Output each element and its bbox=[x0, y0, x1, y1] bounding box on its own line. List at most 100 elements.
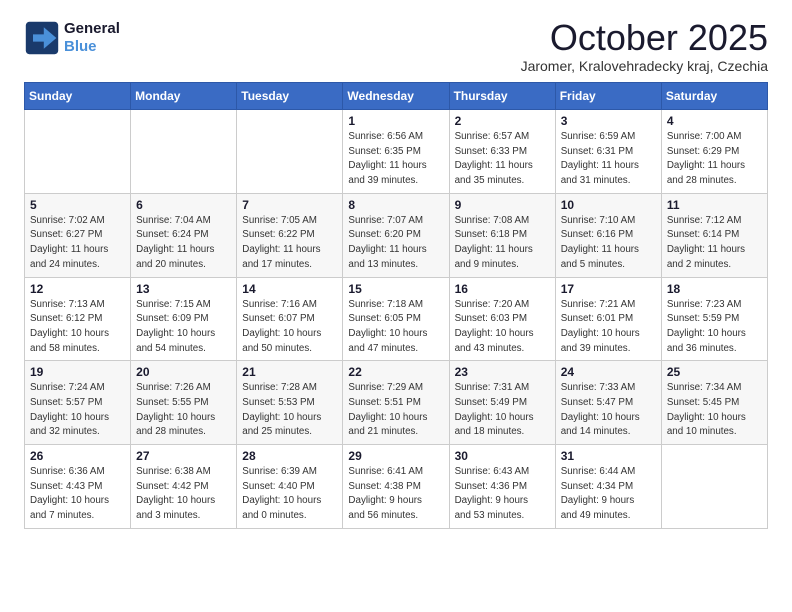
day-info: Sunrise: 7:15 AM Sunset: 6:09 PM Dayligh… bbox=[136, 298, 231, 357]
day-info: Sunrise: 7:13 AM Sunset: 6:12 PM Dayligh… bbox=[30, 298, 125, 357]
day-info: Sunrise: 7:10 AM Sunset: 6:16 PM Dayligh… bbox=[561, 214, 656, 273]
day-number: 24 bbox=[561, 365, 656, 379]
day-info: Sunrise: 7:34 AM Sunset: 5:45 PM Dayligh… bbox=[667, 381, 762, 440]
calendar-cell: 13 Sunrise: 7:15 AM Sunset: 6:09 PM Dayli… bbox=[131, 277, 237, 361]
day-info: Sunrise: 7:24 AM Sunset: 5:57 PM Dayligh… bbox=[30, 381, 125, 440]
calendar-week-5: 26 Sunrise: 6:36 AM Sunset: 4:43 PM Dayli… bbox=[25, 445, 768, 529]
day-number: 4 bbox=[667, 114, 762, 128]
calendar-week-4: 19Sunrise: 7:24 AM Sunset: 5:57 PM Dayli… bbox=[25, 361, 768, 445]
calendar-cell: 8 Sunrise: 7:07 AM Sunset: 6:20 PM Daylig… bbox=[343, 193, 449, 277]
day-info: Sunrise: 6:57 AM Sunset: 6:33 PM Dayligh… bbox=[455, 130, 550, 189]
calendar-cell: 3 Sunrise: 6:59 AM Sunset: 6:31 PM Daylig… bbox=[555, 110, 661, 194]
day-info: Sunrise: 7:12 AM Sunset: 6:14 PM Dayligh… bbox=[667, 214, 762, 273]
day-info: Sunrise: 6:41 AM Sunset: 4:38 PM Dayligh… bbox=[348, 465, 443, 524]
calendar-cell: 2 Sunrise: 6:57 AM Sunset: 6:33 PM Daylig… bbox=[449, 110, 555, 194]
day-info: Sunrise: 6:44 AM Sunset: 4:34 PM Dayligh… bbox=[561, 465, 656, 524]
day-number: 13 bbox=[136, 282, 231, 296]
day-number: 5 bbox=[30, 198, 125, 212]
day-number: 27 bbox=[136, 449, 231, 463]
calendar-cell: 9Sunrise: 7:08 AM Sunset: 6:18 PM Daylig… bbox=[449, 193, 555, 277]
day-number: 8 bbox=[348, 198, 443, 212]
day-number: 17 bbox=[561, 282, 656, 296]
day-number: 11 bbox=[667, 198, 762, 212]
calendar-cell: 18 Sunrise: 7:23 AM Sunset: 5:59 PM Dayli… bbox=[661, 277, 767, 361]
day-header-sunday: Sunday bbox=[25, 83, 131, 110]
day-number: 22 bbox=[348, 365, 443, 379]
calendar-cell: 27 Sunrise: 6:38 AM Sunset: 4:42 PM Dayli… bbox=[131, 445, 237, 529]
day-number: 6 bbox=[136, 198, 231, 212]
day-number: 18 bbox=[667, 282, 762, 296]
calendar-cell: 1 Sunrise: 6:56 AM Sunset: 6:35 PM Daylig… bbox=[343, 110, 449, 194]
day-info: Sunrise: 6:56 AM Sunset: 6:35 PM Dayligh… bbox=[348, 130, 443, 189]
day-number: 30 bbox=[455, 449, 550, 463]
calendar-cell bbox=[25, 110, 131, 194]
calendar-cell bbox=[661, 445, 767, 529]
day-info: Sunrise: 6:43 AM Sunset: 4:36 PM Dayligh… bbox=[455, 465, 550, 524]
day-info: Sunrise: 7:29 AM Sunset: 5:51 PM Dayligh… bbox=[348, 381, 443, 440]
calendar-week-3: 12 Sunrise: 7:13 AM Sunset: 6:12 PM Dayli… bbox=[25, 277, 768, 361]
calendar-table: SundayMondayTuesdayWednesdayThursdayFrid… bbox=[24, 82, 768, 529]
day-info: Sunrise: 7:18 AM Sunset: 6:05 PM Dayligh… bbox=[348, 298, 443, 357]
day-number: 1 bbox=[348, 114, 443, 128]
day-header-wednesday: Wednesday bbox=[343, 83, 449, 110]
logo-icon bbox=[24, 20, 60, 56]
day-number: 10 bbox=[561, 198, 656, 212]
day-number: 23 bbox=[455, 365, 550, 379]
day-info: Sunrise: 7:26 AM Sunset: 5:55 PM Dayligh… bbox=[136, 381, 231, 440]
day-info: Sunrise: 6:59 AM Sunset: 6:31 PM Dayligh… bbox=[561, 130, 656, 189]
day-info: Sunrise: 7:07 AM Sunset: 6:20 PM Dayligh… bbox=[348, 214, 443, 273]
calendar-cell: 14Sunrise: 7:16 AM Sunset: 6:07 PM Dayli… bbox=[237, 277, 343, 361]
calendar-cell: 11 Sunrise: 7:12 AM Sunset: 6:14 PM Dayli… bbox=[661, 193, 767, 277]
day-number: 12 bbox=[30, 282, 125, 296]
logo: General Blue bbox=[24, 20, 120, 56]
calendar-cell: 17 Sunrise: 7:21 AM Sunset: 6:01 PM Dayli… bbox=[555, 277, 661, 361]
calendar-cell: 23Sunrise: 7:31 AM Sunset: 5:49 PM Dayli… bbox=[449, 361, 555, 445]
logo-line1: General bbox=[64, 20, 120, 38]
day-info: Sunrise: 6:36 AM Sunset: 4:43 PM Dayligh… bbox=[30, 465, 125, 524]
calendar-cell: 21 Sunrise: 7:28 AM Sunset: 5:53 PM Dayli… bbox=[237, 361, 343, 445]
day-number: 29 bbox=[348, 449, 443, 463]
day-number: 7 bbox=[242, 198, 337, 212]
calendar-cell: 25 Sunrise: 7:34 AM Sunset: 5:45 PM Dayli… bbox=[661, 361, 767, 445]
day-info: Sunrise: 7:04 AM Sunset: 6:24 PM Dayligh… bbox=[136, 214, 231, 273]
day-number: 25 bbox=[667, 365, 762, 379]
logo-line2: Blue bbox=[64, 38, 120, 56]
day-info: Sunrise: 6:38 AM Sunset: 4:42 PM Dayligh… bbox=[136, 465, 231, 524]
calendar-week-2: 5 Sunrise: 7:02 AM Sunset: 6:27 PM Daylig… bbox=[25, 193, 768, 277]
calendar-cell: 22 Sunrise: 7:29 AM Sunset: 5:51 PM Dayli… bbox=[343, 361, 449, 445]
calendar-cell: 16Sunrise: 7:20 AM Sunset: 6:03 PM Dayli… bbox=[449, 277, 555, 361]
calendar-cell: 12 Sunrise: 7:13 AM Sunset: 6:12 PM Dayli… bbox=[25, 277, 131, 361]
calendar-header: SundayMondayTuesdayWednesdayThursdayFrid… bbox=[25, 83, 768, 110]
calendar-week-1: 1 Sunrise: 6:56 AM Sunset: 6:35 PM Daylig… bbox=[25, 110, 768, 194]
calendar-cell: 6 Sunrise: 7:04 AM Sunset: 6:24 PM Daylig… bbox=[131, 193, 237, 277]
day-number: 21 bbox=[242, 365, 337, 379]
day-number: 14 bbox=[242, 282, 337, 296]
calendar-cell: 30 Sunrise: 6:43 AM Sunset: 4:36 PM Dayli… bbox=[449, 445, 555, 529]
day-info: Sunrise: 6:39 AM Sunset: 4:40 PM Dayligh… bbox=[242, 465, 337, 524]
calendar-cell: 29 Sunrise: 6:41 AM Sunset: 4:38 PM Dayli… bbox=[343, 445, 449, 529]
day-number: 28 bbox=[242, 449, 337, 463]
calendar-cell: 5 Sunrise: 7:02 AM Sunset: 6:27 PM Daylig… bbox=[25, 193, 131, 277]
day-header-thursday: Thursday bbox=[449, 83, 555, 110]
day-info: Sunrise: 7:21 AM Sunset: 6:01 PM Dayligh… bbox=[561, 298, 656, 357]
day-header-monday: Monday bbox=[131, 83, 237, 110]
calendar-cell: 15 Sunrise: 7:18 AM Sunset: 6:05 PM Dayli… bbox=[343, 277, 449, 361]
day-info: Sunrise: 7:28 AM Sunset: 5:53 PM Dayligh… bbox=[242, 381, 337, 440]
calendar-cell bbox=[131, 110, 237, 194]
day-number: 26 bbox=[30, 449, 125, 463]
day-number: 20 bbox=[136, 365, 231, 379]
calendar-cell: 20 Sunrise: 7:26 AM Sunset: 5:55 PM Dayli… bbox=[131, 361, 237, 445]
calendar-cell: 19Sunrise: 7:24 AM Sunset: 5:57 PM Dayli… bbox=[25, 361, 131, 445]
day-number: 15 bbox=[348, 282, 443, 296]
day-header-row: SundayMondayTuesdayWednesdayThursdayFrid… bbox=[25, 83, 768, 110]
location-subtitle: Jaromer, Kralovehradecky kraj, Czechia bbox=[521, 58, 768, 74]
day-header-friday: Friday bbox=[555, 83, 661, 110]
calendar-cell: 10 Sunrise: 7:10 AM Sunset: 6:16 PM Dayli… bbox=[555, 193, 661, 277]
day-info: Sunrise: 7:20 AM Sunset: 6:03 PM Dayligh… bbox=[455, 298, 550, 357]
day-number: 3 bbox=[561, 114, 656, 128]
calendar-body: 1 Sunrise: 6:56 AM Sunset: 6:35 PM Daylig… bbox=[25, 110, 768, 529]
day-info: Sunrise: 7:23 AM Sunset: 5:59 PM Dayligh… bbox=[667, 298, 762, 357]
day-info: Sunrise: 7:02 AM Sunset: 6:27 PM Dayligh… bbox=[30, 214, 125, 273]
day-number: 2 bbox=[455, 114, 550, 128]
day-info: Sunrise: 7:05 AM Sunset: 6:22 PM Dayligh… bbox=[242, 214, 337, 273]
